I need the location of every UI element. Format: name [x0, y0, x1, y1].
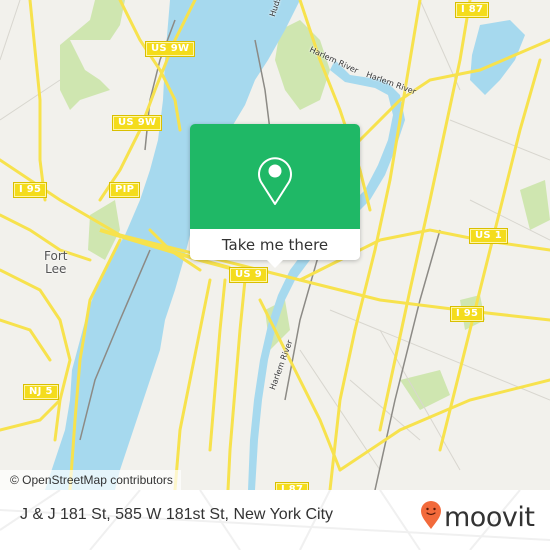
- shield-us-9w-upper: US 9W: [144, 41, 196, 57]
- location-popup: Take me there: [190, 124, 360, 268]
- place-label-fort-lee: Fort Lee: [44, 249, 68, 276]
- moovit-wordmark: moovit: [444, 501, 535, 533]
- shield-nj-5: NJ 5: [23, 384, 59, 400]
- footer: J & J 181 St, 585 W 181st St, New York C…: [0, 490, 550, 550]
- map[interactable]: Fort Lee Hudson River Harlem River Harle…: [0, 0, 550, 490]
- map-attribution[interactable]: © OpenStreetMap contributors: [0, 470, 181, 490]
- shield-i-95-east: I 95: [449, 306, 485, 322]
- shield-us-9: US 9: [229, 267, 268, 283]
- shield-i-95-west: I 95: [12, 182, 48, 198]
- shield-i-87-south: I 87: [274, 482, 310, 490]
- popup-header: [190, 124, 360, 229]
- take-me-there-button[interactable]: Take me there: [190, 229, 360, 260]
- popup-pointer: [267, 260, 283, 268]
- shield-us-9w-lower: US 9W: [111, 115, 163, 131]
- moovit-pin-smile-icon: [420, 500, 442, 534]
- shield-pip: PIP: [108, 182, 141, 198]
- shield-i-87-north: I 87: [454, 2, 490, 18]
- moovit-logo[interactable]: moovit: [420, 500, 535, 534]
- shield-us-1: US 1: [469, 228, 508, 244]
- address-text: J & J 181 St, 585 W 181st St, New York C…: [20, 506, 334, 523]
- reservoir-water: [470, 20, 525, 95]
